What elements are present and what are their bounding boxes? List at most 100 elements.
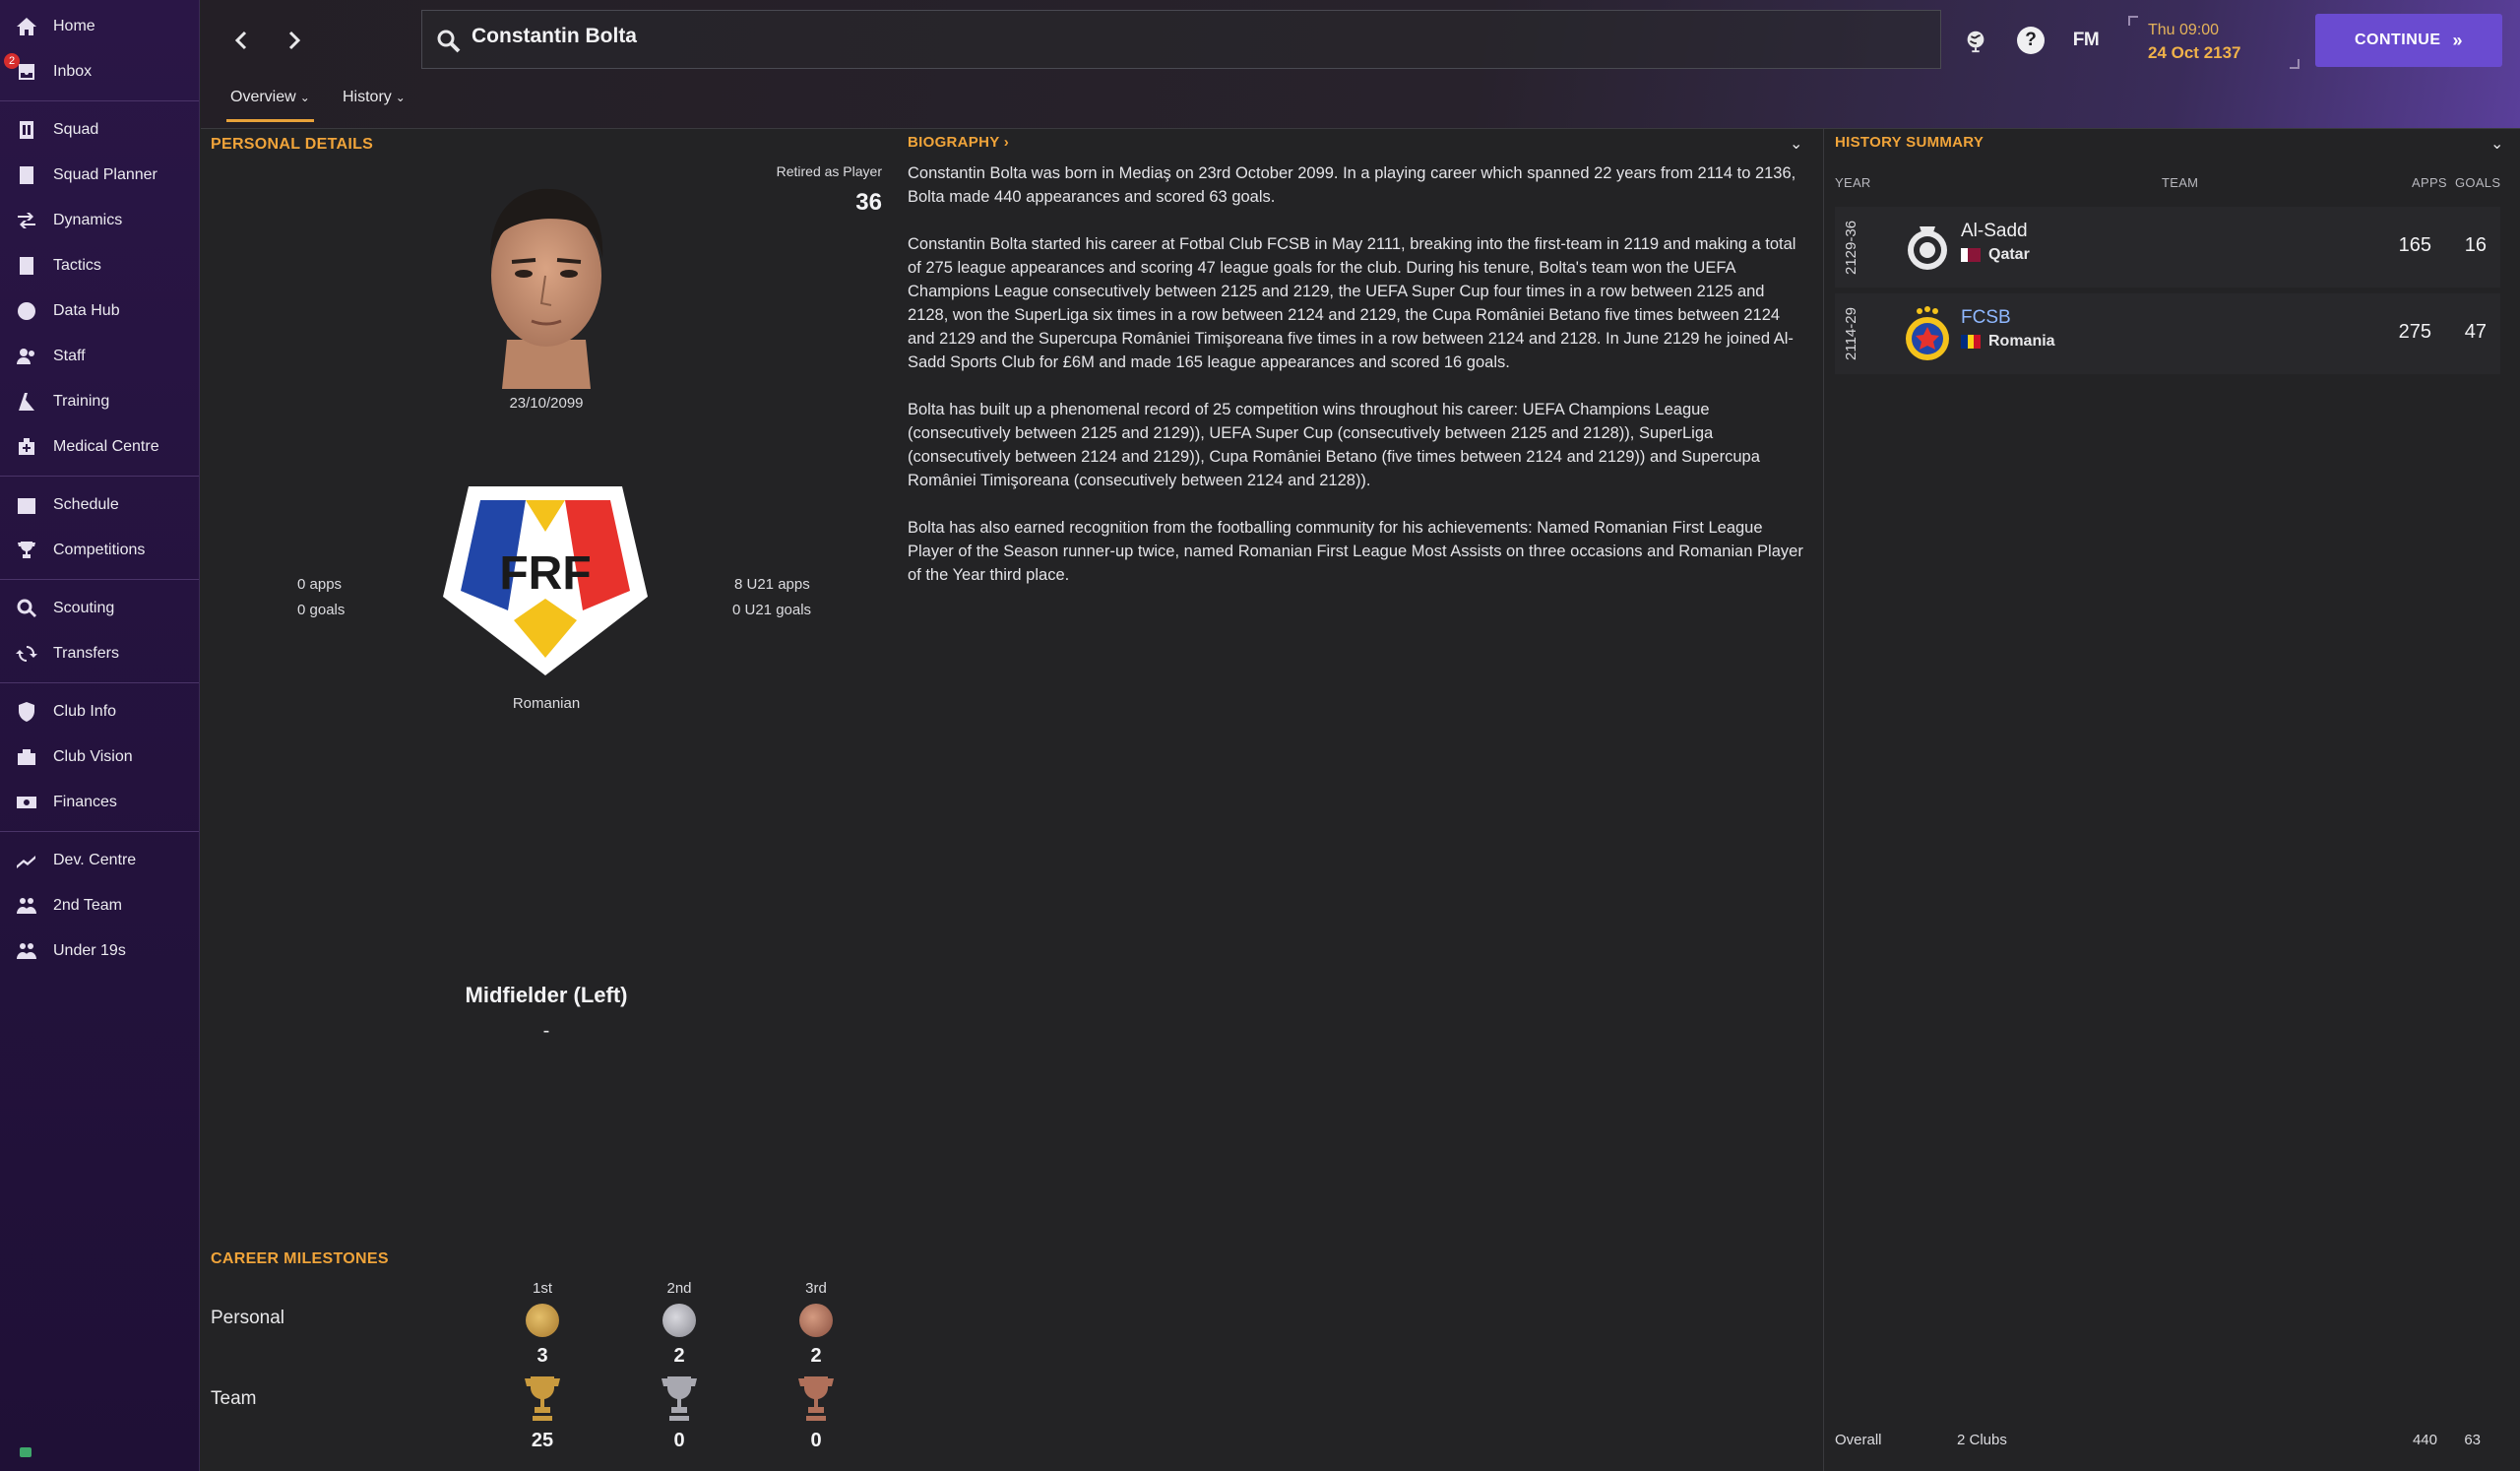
medical-icon (14, 434, 39, 460)
milestone-column-3rd: 3rd (805, 1280, 827, 1297)
sidebar-item-schedule[interactable]: Schedule (0, 482, 199, 528)
game-date[interactable]: Thu 09:00 24 Oct 2137 (2128, 16, 2300, 69)
history-years: 2114-29 (1843, 307, 1859, 360)
dynamics-icon (14, 208, 39, 233)
sidebar-item-club-info[interactable]: Club Info (0, 689, 199, 735)
biography-collapse-icon[interactable]: ⌄ (1790, 134, 1802, 154)
bronze-medal-icon (799, 1304, 833, 1337)
sidebar-item-squad-planner[interactable]: Squad Planner (0, 153, 199, 198)
history-row[interactable]: 2114-29 FCSB Romania 275 47 (1835, 293, 2500, 374)
sidebar-item-label: Under 19s (53, 942, 126, 959)
divider (201, 128, 2520, 129)
history-overall-apps: 440 (2412, 1432, 2437, 1448)
history-country: Qatar (1961, 246, 2030, 264)
history-row[interactable]: 2129-36 Al-Sadd Qatar 165 16 (1835, 207, 2500, 288)
federation-logo: FRF (443, 486, 648, 675)
sidebar-item-finances[interactable]: Finances (0, 780, 199, 825)
biography-title-link[interactable]: BIOGRAPHY › (908, 134, 1009, 151)
history-team[interactable]: FCSB (1961, 307, 2011, 329)
data-hub-icon (14, 298, 39, 324)
sidebar-item-tactics[interactable]: Tactics (0, 243, 199, 288)
sidebar-item-club-vision[interactable]: Club Vision (0, 735, 199, 780)
career-milestones-title: CAREER MILESTONES (211, 1250, 389, 1267)
under-19s-icon (14, 938, 39, 964)
double-chevron-right-icon: » (2452, 30, 2464, 50)
search-input[interactable] (472, 25, 1850, 48)
history-apps: 165 (2398, 234, 2431, 256)
u21-apps: 8 U21 apps (734, 576, 810, 593)
history-header-goals: GOALS (2455, 175, 2501, 190)
silver-medal-icon (662, 1304, 696, 1337)
chevron-down-icon: ⌄ (395, 91, 406, 104)
sidebar-item-transfers[interactable]: Transfers (0, 631, 199, 676)
game-date-value: 24 Oct 2137 (2148, 43, 2241, 62)
sidebar-item-data-hub[interactable]: Data Hub (0, 288, 199, 334)
home-icon (14, 14, 39, 39)
biography-paragraph: Bolta has also earned recognition from t… (908, 519, 1803, 584)
sidebar-item-label: Competitions (53, 542, 146, 558)
sidebar-item-home[interactable]: Home (0, 4, 199, 49)
biography-paragraph: Constantin Bolta was born in Mediaş on 2… (908, 164, 1796, 206)
u21-goals: 0 U21 goals (732, 602, 812, 618)
chevron-left-icon (234, 31, 247, 50)
milestone-personal-1st: 3 (536, 1345, 548, 1367)
sidebar-item-dynamics[interactable]: Dynamics (0, 198, 199, 243)
datebox-corner (2128, 16, 2138, 26)
sidebar-item-competitions[interactable]: Competitions (0, 528, 199, 573)
history-years: 2129-36 (1843, 220, 1859, 275)
sidebar-item-scouting[interactable]: Scouting (0, 586, 199, 631)
sidebar-item-squad[interactable]: Squad (0, 107, 199, 153)
divider (1823, 128, 1824, 1471)
milestone-personal-label: Personal (211, 1308, 284, 1328)
senior-goals: 0 goals (297, 602, 346, 618)
sidebar-item-inbox[interactable]: 2 Inbox (0, 49, 199, 95)
sidebar-item-dev-centre[interactable]: Dev. Centre (0, 838, 199, 883)
dev-centre-icon (14, 848, 39, 873)
nav-group-club: Club Info Club Vision Finances (0, 683, 199, 832)
milestone-team-1st: 25 (531, 1430, 554, 1451)
tab-overview[interactable]: Overview ⌄ (226, 89, 314, 122)
datebox-corner (2290, 59, 2300, 69)
sidebar-item-label: Data Hub (53, 302, 120, 319)
staff-icon (14, 344, 39, 369)
sidebar-item-label: Home (53, 18, 95, 34)
player-position-secondary: - (542, 1020, 550, 1042)
forward-button[interactable] (280, 26, 309, 55)
sidebar-item-label: Training (53, 393, 110, 410)
nav-group-development: Dev. Centre 2nd Team Under 19s (0, 832, 199, 980)
nav-group-main: Home 2 Inbox (0, 0, 199, 101)
history-collapse-icon[interactable]: ⌄ (2490, 134, 2503, 154)
sidebar-item-label: Medical Centre (53, 438, 159, 455)
milestone-team-3rd: 0 (810, 1430, 822, 1451)
world-icon[interactable] (1959, 24, 1992, 57)
fm-menu-button[interactable]: FM (2069, 24, 2103, 57)
chevron-down-icon: ⌄ (299, 91, 310, 104)
tab-label: History (343, 89, 392, 105)
sidebar-item-medical-centre[interactable]: Medical Centre (0, 424, 199, 470)
fm-logo: FM (2072, 30, 2100, 50)
sidebar-item-under-19s[interactable]: Under 19s (0, 928, 199, 974)
milestone-team-2nd: 0 (673, 1430, 685, 1451)
sidebar-item-label: 2nd Team (53, 897, 122, 914)
search-field[interactable] (421, 10, 1941, 69)
back-button[interactable] (226, 26, 256, 55)
sidebar-item-training[interactable]: Training (0, 379, 199, 424)
nav-group-transfers: Scouting Transfers (0, 580, 199, 683)
romania-flag-icon (1961, 335, 1981, 349)
sidebar-item-label: Dev. Centre (53, 852, 137, 868)
continue-button[interactable]: CONTINUE » (2315, 14, 2502, 67)
sidebar-item-2nd-team[interactable]: 2nd Team (0, 883, 199, 928)
help-button[interactable]: ? (2014, 24, 2048, 57)
tab-history[interactable]: History ⌄ (339, 89, 410, 122)
sidebar-item-label: Squad Planner (53, 166, 158, 183)
sidebar: Home 2 Inbox Squad Squad Planner Dynamic… (0, 0, 200, 1471)
history-summary-title: HISTORY SUMMARY (1835, 134, 1984, 151)
history-goals: 47 (2464, 321, 2487, 343)
player-age: 36 (855, 189, 882, 216)
history-team[interactable]: Al-Sadd (1961, 221, 2028, 242)
sidebar-item-staff[interactable]: Staff (0, 334, 199, 379)
sidebar-item-label: Tactics (53, 257, 101, 274)
history-country: Romania (1961, 333, 2055, 351)
training-icon (14, 389, 39, 415)
qatar-flag-icon (1961, 248, 1981, 262)
